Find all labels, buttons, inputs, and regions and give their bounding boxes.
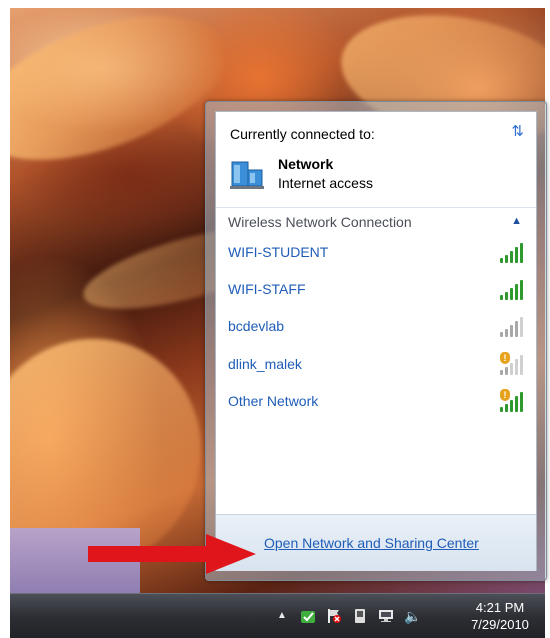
- signal-strength-icon: [500, 241, 526, 263]
- chevron-up-icon[interactable]: ▲: [511, 215, 522, 227]
- security-warning-shield-icon: !: [500, 389, 510, 401]
- taskbar: ▲ 🔈 4:21 PM 7/29/2010: [10, 593, 545, 638]
- network-tray-icon[interactable]: [378, 608, 394, 624]
- wifi-item-wifi-staff[interactable]: WIFI-STAFF: [216, 275, 536, 305]
- wireless-section-title: Wireless Network Connection: [228, 214, 412, 230]
- wifi-name: dlink_malek: [228, 356, 302, 372]
- flyout-footer: Open Network and Sharing Center: [216, 514, 536, 571]
- signal-strength-icon: [500, 278, 526, 300]
- refresh-icon[interactable]: ⇅: [511, 122, 524, 140]
- open-network-sharing-center-link[interactable]: Open Network and Sharing Center: [264, 535, 479, 551]
- wifi-name: Other Network: [228, 393, 319, 409]
- connected-network-status: Internet access: [278, 175, 373, 191]
- green-app-icon[interactable]: [300, 608, 316, 624]
- clock-date: 7/29/2010: [471, 617, 529, 632]
- device-icon[interactable]: [352, 608, 368, 624]
- show-hidden-icons-arrow-icon[interactable]: ▲: [274, 608, 290, 624]
- network-flyout: Currently connected to: ⇅ Network Intern…: [205, 101, 547, 581]
- annotation-arrow-icon: [88, 534, 256, 574]
- signal-strength-icon: [500, 315, 526, 337]
- wifi-item-dlink-malek[interactable]: dlink_malek !: [216, 350, 536, 380]
- volume-icon[interactable]: 🔈: [404, 608, 421, 624]
- currently-connected-label: Currently connected to:: [230, 126, 375, 142]
- action-center-flag-icon[interactable]: [326, 608, 342, 624]
- network-flyout-panel: Currently connected to: ⇅ Network Intern…: [215, 111, 537, 571]
- wifi-item-bcdevlab[interactable]: bcdevlab: [216, 312, 536, 342]
- wifi-name: WIFI-STUDENT: [228, 244, 329, 260]
- system-clock[interactable]: 4:21 PM 7/29/2010: [458, 599, 542, 633]
- network-icon: [230, 161, 264, 189]
- wifi-name: bcdevlab: [228, 318, 285, 334]
- wifi-item-wifi-student[interactable]: WIFI-STUDENT: [216, 238, 536, 268]
- wifi-name: WIFI-STAFF: [228, 281, 306, 297]
- divider: [216, 207, 536, 208]
- wifi-item-other-network[interactable]: Other Network !: [216, 387, 536, 417]
- security-warning-shield-icon: !: [500, 352, 510, 364]
- connected-network-name: Network: [278, 156, 334, 172]
- clock-time: 4:21 PM: [475, 600, 525, 615]
